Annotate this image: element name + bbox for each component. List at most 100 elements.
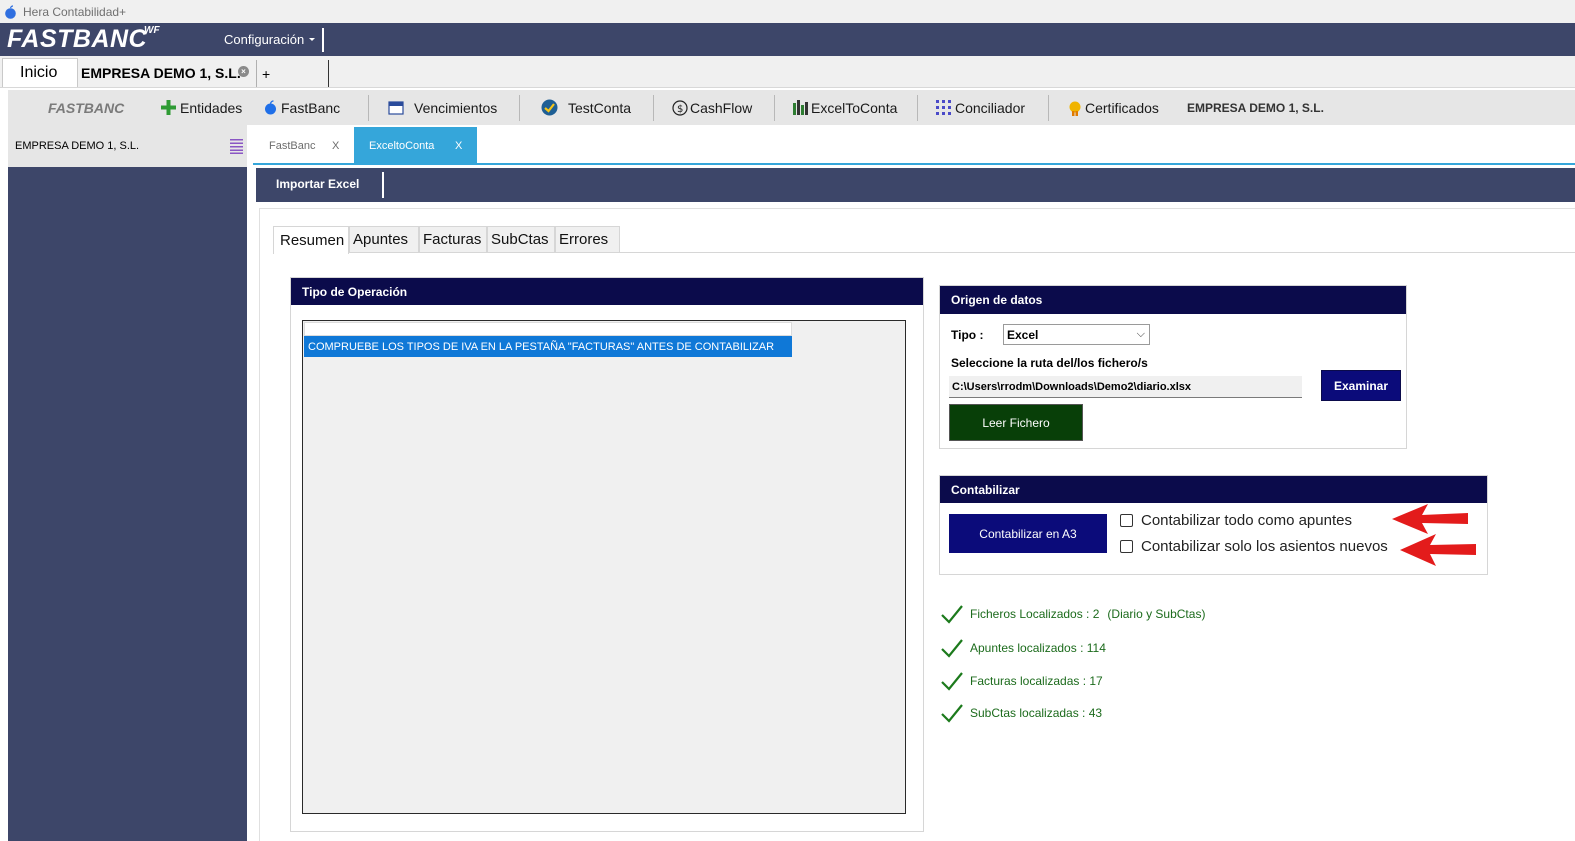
contabilizar-a3-button[interactable]: Contabilizar en A3	[949, 514, 1107, 553]
tab-inicio[interactable]: Inicio	[2, 58, 78, 87]
status-subctas-text: SubCtas localizadas : 43	[970, 706, 1103, 720]
option-todo-apuntes[interactable]: Contabilizar todo como apuntes	[1120, 512, 1352, 529]
excel-bars-icon	[793, 100, 808, 115]
checkmark-icon	[941, 704, 963, 723]
red-arrow-icon	[1392, 504, 1468, 534]
list-item[interactable]	[304, 322, 792, 336]
certificate-icon	[1069, 101, 1081, 116]
tab-errores[interactable]: Errores	[555, 226, 620, 253]
brand-superscript: WF	[144, 25, 160, 36]
ruta-input[interactable]	[949, 376, 1302, 398]
tab-empresa[interactable]: EMPRESA DEMO 1, S.L. ×	[78, 58, 254, 87]
status-facturas-text: Facturas localizadas : 17	[970, 674, 1103, 688]
toolbar-separator	[519, 95, 520, 121]
action-separator	[382, 172, 384, 198]
leer-fichero-button[interactable]: Leer Fichero	[949, 404, 1083, 441]
tipo-select[interactable]: Excel ⌵	[1003, 324, 1150, 345]
configuration-menu[interactable]: Configuración	[224, 32, 304, 47]
toolbar-separator	[774, 95, 775, 121]
tipo-operacion-panel: Tipo de Operación COMPRUEBE LOS TIPOS DE…	[290, 277, 924, 832]
document-tabs: Inicio EMPRESA DEMO 1, S.L. × +	[0, 56, 1575, 88]
tab-apuntes[interactable]: Apuntes	[349, 226, 419, 253]
toolbar-separator	[368, 95, 369, 121]
status-ficheros-text: Ficheros Localizados : 2	[970, 607, 1100, 621]
toolbar-exceltoconta-label: ExcelToConta	[811, 99, 898, 116]
toolbar-fastbanc-label: FastBanc	[281, 99, 341, 116]
chevron-down-icon[interactable]	[309, 38, 315, 41]
toolbar-testconta[interactable]: TestConta	[541, 90, 631, 125]
toolbar-entidades[interactable]: Entidades	[161, 90, 242, 125]
apple-icon	[5, 4, 16, 19]
checkbox[interactable]	[1120, 540, 1133, 553]
toolbar-certificados-label: Certificados	[1085, 99, 1159, 116]
sidebar-company-header[interactable]: EMPRESA DEMO 1, S.L.	[8, 125, 247, 167]
tab-subctas[interactable]: SubCtas	[487, 226, 555, 253]
toolbar-certificados[interactable]: Certificados	[1067, 90, 1159, 125]
ruta-label: Seleccione la ruta del/los fichero/s	[951, 356, 1148, 370]
toolbar-fastbanc[interactable]: FastBanc	[264, 90, 340, 125]
tab-exceltoconta[interactable]: ExceltoConta X	[354, 127, 477, 164]
toolbar-separator	[653, 95, 654, 121]
contabilizar-panel: Contabilizar Contabilizar en A3 Contabil…	[939, 475, 1488, 575]
toolbar-conciliador[interactable]: Conciliador	[936, 90, 1025, 125]
list-item-selected[interactable]: COMPRUEBE LOS TIPOS DE IVA EN LA PESTAÑA…	[304, 336, 792, 357]
plus-icon	[161, 100, 176, 115]
toolbar-company: EMPRESA DEMO 1, S.L.	[1187, 100, 1324, 115]
toolbar-cashflow-label: CashFlow	[690, 99, 753, 116]
toolbar-vencimientos[interactable]: Vencimientos	[388, 90, 497, 125]
sidebar-company-label: EMPRESA DEMO 1, S.L.	[15, 140, 140, 152]
tab-empresa-label: EMPRESA DEMO 1, S.L.	[81, 64, 241, 81]
brand-bar: FASTBANC WF Configuración	[0, 23, 1575, 56]
module-toolbar: FASTBANC Entidades FastBanc Vencimientos…	[8, 90, 1575, 125]
status-facturas: Facturas localizadas : 17	[940, 671, 1103, 691]
toolbar-conciliador-label: Conciliador	[955, 99, 1026, 116]
plus-label: +	[262, 65, 271, 82]
tab-fastbanc-label: FastBanc	[269, 139, 316, 152]
module-tabs: FastBanc X ExceltoConta X	[253, 127, 1575, 165]
toolbar-exceltoconta[interactable]: ExcelToConta	[792, 90, 897, 125]
calendar-icon	[388, 101, 404, 115]
tipo-operacion-list[interactable]: COMPRUEBE LOS TIPOS DE IVA EN LA PESTAÑA…	[302, 320, 906, 814]
brand-logo: FASTBANC	[7, 25, 148, 53]
new-tab-button[interactable]: +	[256, 60, 329, 87]
apple-icon	[265, 100, 276, 115]
close-icon[interactable]: ×	[238, 66, 249, 77]
window-title: Hera Contabilidad+	[23, 4, 127, 19]
importar-excel-button[interactable]: Importar Excel	[276, 177, 359, 191]
close-icon[interactable]: X	[332, 140, 339, 152]
status-ficheros: Ficheros Localizados : 2 (Diario y SubCt…	[940, 604, 1205, 624]
tab-facturas[interactable]: Facturas	[419, 226, 487, 253]
toolbar-testconta-label: TestConta	[568, 99, 632, 116]
tipo-label: Tipo :	[951, 328, 984, 342]
toolbar-entidades-label: Entidades	[180, 99, 243, 116]
status-subctas: SubCtas localizadas : 43	[940, 703, 1102, 723]
tipo-select-value: Excel	[1007, 327, 1039, 342]
status-apuntes: Apuntes localizados : 114	[940, 638, 1106, 658]
checkmark-icon	[941, 639, 963, 658]
status-apuntes-text: Apuntes localizados : 114	[970, 641, 1106, 655]
option-todo-apuntes-label: Contabilizar todo como apuntes	[1141, 512, 1352, 529]
sidebar: EMPRESA DEMO 1, S.L.	[8, 125, 247, 841]
toolbar-logo: FASTBANC	[48, 99, 125, 116]
toolbar-cashflow[interactable]: $ CashFlow	[672, 90, 752, 125]
checkbox[interactable]	[1120, 514, 1133, 527]
checkmark-icon	[941, 605, 963, 624]
toolbar-vencimientos-label: Vencimientos	[414, 99, 498, 116]
list-menu-icon[interactable]	[230, 138, 243, 154]
chevron-down-icon: ⌵	[1136, 328, 1145, 340]
option-asientos-nuevos-label: Contabilizar solo los asientos nuevos	[1141, 538, 1388, 555]
close-icon[interactable]: X	[455, 140, 462, 152]
toolbar-separator	[1048, 95, 1049, 121]
tab-fastbanc[interactable]: FastBanc X	[253, 127, 354, 164]
action-bar: Importar Excel	[256, 168, 1575, 202]
examinar-button[interactable]: Examinar	[1321, 370, 1401, 401]
red-arrow-icon	[1400, 534, 1476, 566]
option-asientos-nuevos[interactable]: Contabilizar solo los asientos nuevos	[1120, 538, 1388, 555]
origen-datos-panel: Origen de datos Tipo : Excel ⌵ Seleccion…	[939, 285, 1407, 449]
tabs-baseline	[620, 252, 1575, 253]
svg-text:$: $	[677, 104, 683, 115]
tab-resumen[interactable]: Resumen	[273, 226, 349, 254]
grid-icon	[936, 100, 951, 115]
origen-datos-title: Origen de datos	[940, 286, 1406, 314]
tab-exceltoconta-label: ExceltoConta	[369, 139, 435, 152]
